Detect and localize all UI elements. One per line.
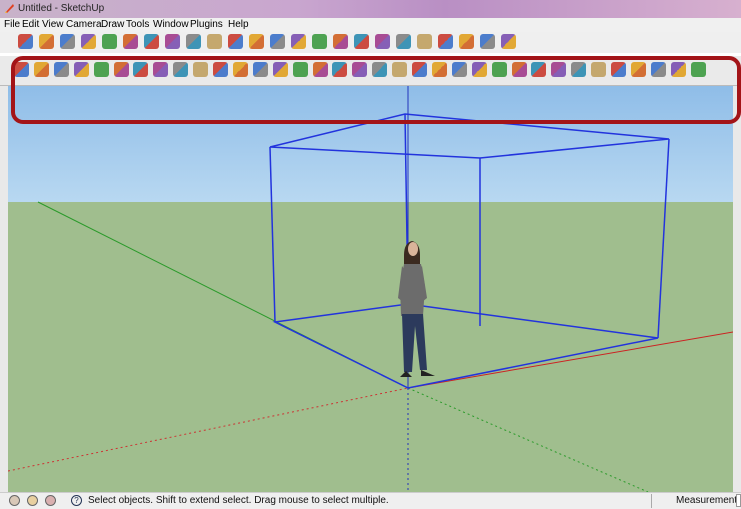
red-axis-dotted	[8, 387, 409, 472]
menu-camera[interactable]: Camera	[66, 19, 102, 30]
rectangle-icon[interactable]	[60, 34, 75, 49]
menu-plugins[interactable]: Plugins	[190, 19, 223, 30]
arc-icon[interactable]	[102, 34, 117, 49]
menu-help[interactable]: Help	[228, 19, 249, 30]
green-axis-dotted	[407, 387, 649, 492]
layers-icon[interactable]	[173, 62, 189, 77]
measurements-input[interactable]	[736, 494, 741, 507]
last-frame-icon[interactable]	[312, 62, 328, 77]
dimension-icon[interactable]	[471, 62, 487, 77]
grid-icon[interactable]	[511, 62, 527, 77]
section-plane-icon[interactable]	[375, 34, 390, 49]
main-toolbar	[0, 56, 741, 86]
geo-location-status-icon[interactable]	[9, 495, 20, 506]
model-viewport[interactable]	[8, 86, 733, 492]
red-axis	[407, 331, 733, 389]
share-model-icon[interactable]	[372, 62, 388, 77]
menu-edit[interactable]: Edit	[22, 19, 39, 30]
xray-icon[interactable]	[14, 62, 29, 77]
position-camera-icon[interactable]	[438, 34, 453, 49]
camera-icon[interactable]	[213, 62, 228, 77]
user-status-icon[interactable]	[45, 495, 56, 506]
menu-bar: File Edit View Camera Draw Tools Window …	[0, 18, 741, 32]
menu-file[interactable]: File	[4, 19, 20, 30]
menu-view[interactable]: View	[42, 19, 64, 30]
previous-frame-icon[interactable]	[252, 62, 268, 77]
play-icon[interactable]	[272, 62, 288, 77]
orbit-icon[interactable]	[291, 34, 306, 49]
window-title: Untitled - SketchUp	[18, 3, 105, 14]
menu-draw[interactable]: Draw	[101, 19, 124, 30]
component-icon[interactable]	[332, 62, 348, 77]
model-scene[interactable]	[8, 86, 733, 492]
shaded-textures-icon[interactable]	[113, 62, 129, 77]
styles-icon[interactable]	[153, 62, 169, 77]
measurements-label: Measurements	[676, 495, 741, 506]
next-frame-icon[interactable]	[292, 62, 308, 77]
help-icon[interactable]: ?	[71, 495, 82, 506]
look-around-icon[interactable]	[396, 34, 411, 49]
back-edges-icon[interactable]	[33, 62, 49, 77]
first-frame-icon[interactable]	[232, 62, 248, 77]
menu-tools[interactable]: Tools	[126, 19, 149, 30]
iso-view-icon[interactable]	[459, 34, 474, 49]
menu-window[interactable]: Window	[153, 19, 189, 30]
walk-icon[interactable]	[417, 34, 432, 49]
entity-info-icon[interactable]	[571, 62, 587, 77]
tape-measure-icon[interactable]	[165, 34, 180, 49]
viewport-left-edge	[0, 86, 8, 492]
shaded-icon[interactable]	[93, 62, 109, 77]
drawing-toolbar	[0, 32, 741, 53]
front-view-icon[interactable]	[501, 34, 516, 49]
wireframe-icon[interactable]	[53, 62, 69, 77]
help-icon[interactable]	[690, 62, 706, 77]
status-message: Select objects. Shift to extend select. …	[88, 495, 389, 506]
status-divider	[651, 494, 652, 508]
person-figure[interactable]	[398, 241, 435, 377]
eraser-icon[interactable]	[144, 34, 159, 49]
select-icon[interactable]	[18, 34, 33, 49]
warning-icon[interactable]	[412, 62, 427, 77]
sketchup-logo-icon	[5, 4, 14, 13]
polygon-icon[interactable]	[123, 34, 138, 49]
hidden-line-icon[interactable]	[73, 62, 89, 77]
zoom-extents-icon[interactable]	[354, 34, 369, 49]
get-models-icon[interactable]	[392, 62, 408, 77]
google-earth-icon[interactable]	[650, 62, 666, 77]
move-icon[interactable]	[228, 34, 243, 49]
section-fill-icon[interactable]	[491, 62, 507, 77]
pan-icon[interactable]	[312, 34, 327, 49]
circle-icon[interactable]	[81, 34, 96, 49]
push-pull-icon[interactable]	[207, 34, 222, 49]
rotate-icon[interactable]	[249, 34, 264, 49]
zoom-icon[interactable]	[333, 34, 348, 49]
soften-edges-icon[interactable]	[591, 62, 607, 77]
sandbox-icon[interactable]	[451, 62, 467, 77]
geo-location-icon[interactable]	[670, 62, 686, 77]
viewport-right-edge	[733, 86, 741, 492]
wrench-icon[interactable]	[630, 62, 646, 77]
scene-manager-icon[interactable]	[551, 62, 567, 77]
monochrome-icon[interactable]	[133, 62, 149, 77]
solid-tools-icon[interactable]	[431, 62, 447, 77]
3d-warehouse-icon[interactable]	[352, 62, 368, 77]
follow-me-icon[interactable]	[270, 34, 285, 49]
box-wireframe[interactable]	[269, 113, 670, 389]
outliner-icon[interactable]	[193, 62, 209, 77]
status-bar: ? Select objects. Shift to extend select…	[0, 492, 741, 509]
title-bar: Untitled - SketchUp	[0, 0, 741, 18]
swap-icon[interactable]	[611, 62, 626, 77]
top-view-icon[interactable]	[480, 34, 495, 49]
credits-status-icon[interactable]	[27, 495, 38, 506]
text-label-icon[interactable]	[531, 62, 547, 77]
pencil-icon[interactable]	[39, 34, 54, 49]
paint-bucket-icon[interactable]	[186, 34, 201, 49]
